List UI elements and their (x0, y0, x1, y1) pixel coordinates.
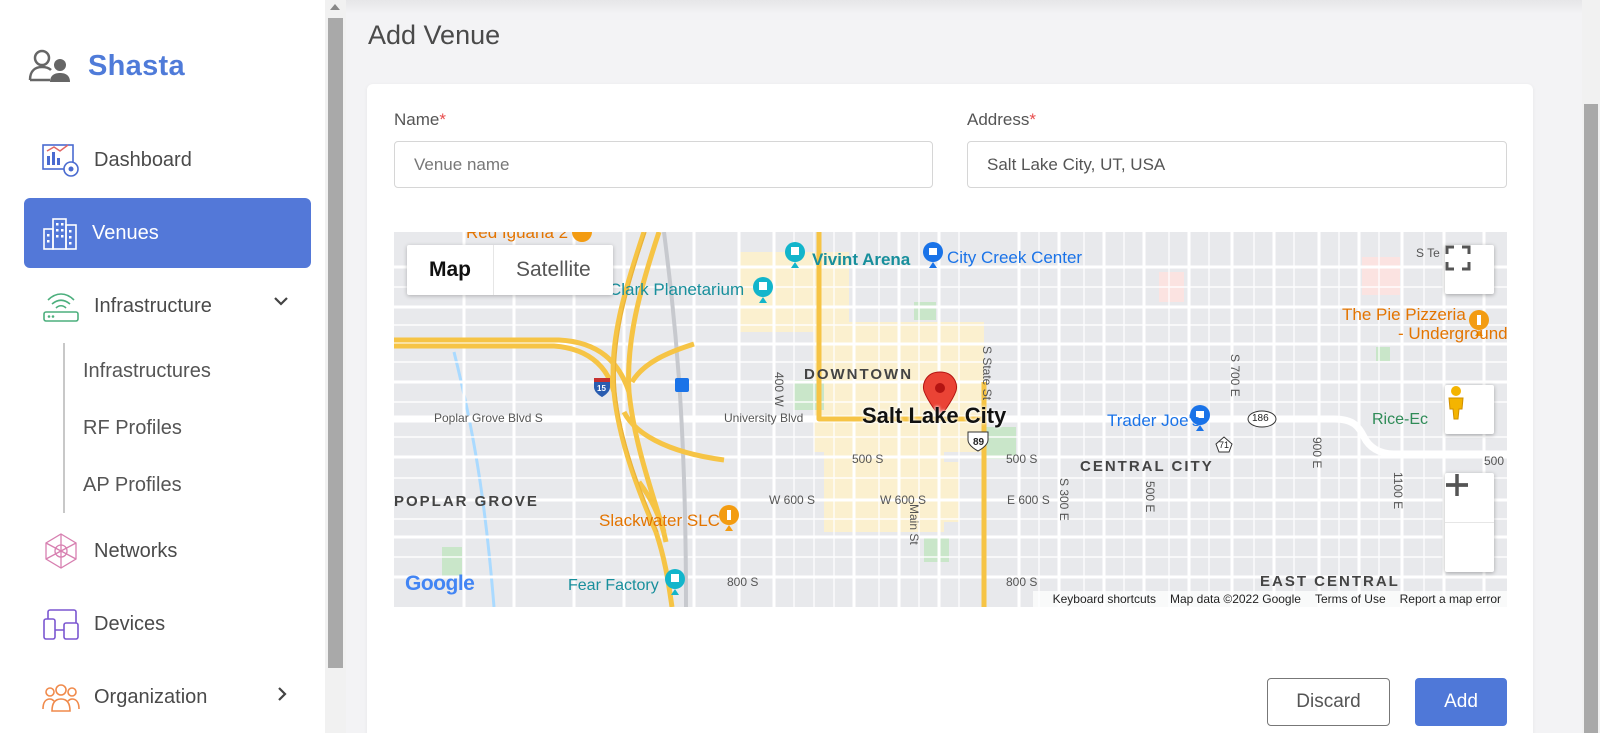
map[interactable]: Red Iguana 2 Vivint Arena City Creek Cen… (394, 232, 1507, 607)
brand[interactable]: Shasta (28, 48, 185, 84)
add-button[interactable]: Add (1415, 678, 1507, 726)
fullscreen-button[interactable] (1445, 245, 1494, 294)
dashboard-icon (42, 144, 79, 177)
map-label-500s-1: 500 S (852, 452, 884, 466)
sidebar-scrollbar[interactable] (325, 0, 346, 733)
map-label-central-city: CENTRAL CITY (1080, 458, 1214, 475)
scrollbar-thumb[interactable] (328, 18, 343, 668)
sidebar-subitem-infrastructures[interactable]: Infrastructures (83, 360, 211, 383)
map-label-900e: 900 E (1310, 437, 1324, 469)
sidebar: Shasta Dashboard Venues Infrastructure I… (0, 0, 325, 733)
map-label-clark: Clark Planetarium (609, 280, 745, 299)
map-label-poplar-grove: POPLAR GROVE (394, 493, 539, 510)
sidebar-item-label: Venues (92, 221, 159, 244)
street-view-button[interactable] (1445, 385, 1494, 434)
address-label: Address* (967, 110, 1036, 129)
map-label-400w: 400 W (772, 372, 786, 407)
map-label-us89: 89 (973, 437, 985, 448)
map-type-satellite-button[interactable]: Satellite (494, 245, 613, 295)
map-label-e600s: E 600 S (1007, 493, 1050, 507)
map-label-salt-lake-city: Salt Lake City (862, 403, 1007, 428)
fullscreen-icon (1445, 245, 1471, 271)
sidebar-item-label: Dashboard (94, 148, 192, 171)
map-label-800s-1: 800 S (727, 575, 759, 589)
map-label-500e: 500 E (1143, 481, 1157, 513)
pegman-icon (1448, 386, 1464, 420)
map-label-i15: 15 (597, 384, 606, 393)
discard-button[interactable]: Discard (1267, 678, 1390, 726)
sidebar-item-organization[interactable]: Organization (24, 662, 311, 732)
map-label-186: 186 (1252, 413, 1269, 424)
map-label-trader-joes: Trader Joe's (1107, 411, 1201, 430)
chevron-right-icon (278, 687, 287, 701)
map-label-pie-pizzeria-1: The Pie Pizzeria (1342, 305, 1466, 324)
sidebar-item-dashboard[interactable]: Dashboard (24, 125, 311, 195)
venue-name-input[interactable] (394, 141, 933, 188)
network-icon (45, 533, 77, 569)
map-label-s-state-st: S State St (980, 346, 994, 401)
map-label-east-central: EAST CENTRAL (1260, 573, 1400, 590)
map-label-city-creek: City Creek Center (947, 248, 1083, 267)
venue-form-card: Name* Address* (367, 84, 1533, 733)
page-title: Add Venue (368, 20, 501, 50)
map-label-s700e: S 700 E (1228, 354, 1242, 397)
sidebar-item-networks[interactable]: Networks (24, 516, 311, 586)
users-icon (28, 49, 70, 82)
google-logo[interactable]: Google (405, 572, 475, 596)
map-label-w600s-1: W 600 S (769, 493, 816, 507)
map-label-fear-factory: Fear Factory (568, 577, 659, 594)
sidebar-item-label: Networks (94, 539, 178, 562)
map-type-control: Map Satellite (407, 245, 613, 295)
scrollbar-thumb[interactable] (1584, 104, 1598, 733)
sidebar-subitem-rf-profiles[interactable]: RF Profiles (83, 417, 182, 440)
address-input[interactable] (967, 141, 1507, 188)
map-attribution: Keyboard shortcuts Map data ©2022 Google… (1032, 591, 1507, 607)
chevron-down-icon (274, 297, 288, 306)
sidebar-item-label: Organization (94, 685, 208, 708)
team-icon (42, 684, 80, 712)
map-label-pie-pizzeria-2: - Underground (1398, 324, 1507, 343)
map-data-text: Map data ©2022 Google (1170, 592, 1301, 606)
name-label: Name* (394, 110, 446, 129)
sidebar-item-infrastructure[interactable]: Infrastructure (24, 271, 311, 341)
map-label-rice-eco: Rice-Ec (1372, 411, 1429, 428)
brand-name: Shasta (88, 49, 185, 82)
sidebar-item-venues[interactable]: Venues (24, 198, 311, 268)
keyboard-shortcuts-link[interactable]: Keyboard shortcuts (1053, 591, 1156, 607)
terms-of-use-link[interactable]: Terms of Use (1315, 591, 1386, 607)
sidebar-item-devices[interactable]: Devices (24, 589, 311, 659)
map-label-red-iguana: Red Iguana 2 (466, 232, 569, 242)
zoom-control (1445, 473, 1494, 572)
map-label-university-blvd: University Blvd (724, 411, 804, 425)
map-label-1100e: 1100 E (1391, 472, 1405, 510)
map-label-poplar-grove-blvd: Poplar Grove Blvd S (434, 411, 543, 425)
map-label-71: 71 (1219, 440, 1230, 450)
minus-icon (1446, 483, 1468, 487)
router-icon (43, 293, 79, 322)
page-scrollbar[interactable] (1582, 0, 1600, 733)
map-label-500: 500 (1484, 454, 1505, 468)
zoom-out-button[interactable] (1445, 483, 1494, 572)
map-label-s300e: S 300 E (1057, 478, 1071, 521)
header-shadow (346, 0, 1582, 14)
map-label-s-te: S Te (1416, 246, 1440, 260)
map-label-500s-2: 500 S (1006, 452, 1038, 466)
sidebar-item-label: Devices (94, 612, 166, 635)
map-label-downtown: DOWNTOWN (804, 366, 914, 383)
map-type-map-button[interactable]: Map (407, 245, 494, 295)
sidebar-subitem-ap-profiles[interactable]: AP Profiles (83, 474, 182, 497)
map-label-slackwater: Slackwater SLC (599, 511, 720, 530)
sidebar-item-label: Infrastructure (94, 294, 212, 317)
map-label-800s-2: 800 S (1006, 575, 1038, 589)
submenu-line (63, 343, 65, 513)
map-label-main-st: Main St (907, 504, 921, 545)
map-label-vivint: Vivint Arena (812, 250, 911, 269)
building-icon (43, 218, 77, 250)
scroll-up-arrow[interactable] (330, 4, 340, 10)
devices-icon (43, 609, 79, 640)
report-map-error-link[interactable]: Report a map error (1400, 591, 1501, 607)
